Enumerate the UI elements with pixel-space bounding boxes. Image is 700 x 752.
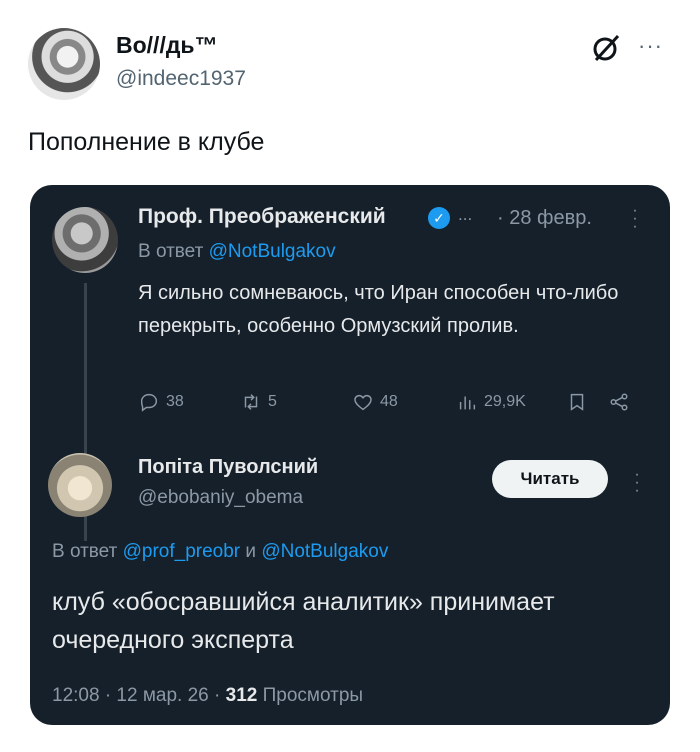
like-count: 48 [380,393,398,410]
display-name: Попіта Пуволсний [138,456,319,478]
views-count: 312 [225,685,258,706]
mention-link: @NotBulgakov [261,541,389,562]
reply-count: 38 [166,393,184,410]
reply-context: В ответ @NotBulgakov [138,241,336,263]
reply-conjunction: и [245,541,257,562]
mention-link: @NotBulgakov [208,241,336,262]
embedded-screenshot: Проф. Преображенский ✓ ... · 28 февр. · ·… [30,185,670,725]
views-action: 29,9K [456,391,526,413]
truncation-dots: ... [458,205,473,224]
tweet-text: клуб «обосравшийся аналитик» принимает о… [52,588,555,654]
grok-icon[interactable] [590,30,624,64]
bookmark-action [566,391,588,413]
post-metadata: 12:08 · 12 мар. 26 · 312 Просмотры [52,685,363,707]
reply-icon [140,393,158,412]
user-handle: @ebobaniy_obema [138,487,304,508]
display-name: Проф. Преображенский [138,205,386,228]
post-date: · 28 февр. [497,207,592,229]
tweet-text: Я сильно сомневаюсь, что Иран способен ч… [138,282,619,337]
reply-action: 38 [138,391,184,413]
share-icon [610,393,628,411]
like-action: 48 [352,391,398,413]
more-options-icon[interactable]: ··· [638,33,663,59]
tweet-text: Пополнение в клубе [28,128,265,156]
reply-context: В ответ @prof_preobr и @NotBulgakov [52,541,388,563]
display-name[interactable]: Во///дь™ [116,32,218,59]
reply-prefix: В ответ [52,541,118,562]
bookmark-icon [570,393,584,411]
mention-link: @prof_preobr [122,541,241,562]
repost-icon [244,394,258,410]
repost-action: 5 [240,391,277,413]
follow-button: Читать [492,460,608,498]
avatar[interactable] [28,28,100,100]
user-handle[interactable]: @indeec1937 [116,67,246,91]
views-count: 29,9K [484,393,526,410]
heart-icon [354,394,372,411]
views-label: Просмотры [262,685,364,706]
analytics-icon [459,396,476,410]
post-time: 12:08 · 12 мар. 26 · [52,685,221,706]
reply-prefix: В ответ [138,241,204,262]
verified-badge-icon: ✓ [428,207,450,229]
avatar [48,453,112,517]
repost-count: 5 [268,393,277,410]
more-options-icon: · · · [632,202,638,235]
share-action [608,391,630,413]
more-options-icon: · · · [634,466,640,499]
avatar [52,207,118,273]
